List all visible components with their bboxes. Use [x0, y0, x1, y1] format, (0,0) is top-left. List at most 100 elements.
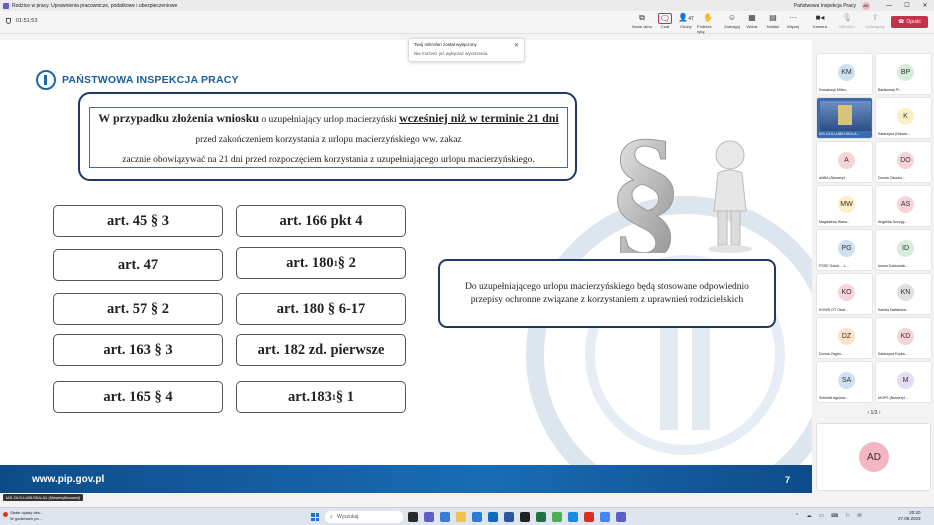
participant-avatar: KN: [897, 284, 914, 301]
participant-tile[interactable]: AS Angelika Szczyg...: [875, 185, 932, 227]
participant-avatar: PG: [838, 240, 855, 257]
participant-tile[interactable]: A aNNA (Nieweryf...: [816, 141, 873, 183]
notes-button[interactable]: ▤ Notatki: [762, 13, 784, 29]
taskbar-search[interactable]: ⌕ Wyszukaj: [325, 511, 403, 523]
participant-tile[interactable]: DZ Dorota Zagho...: [816, 317, 873, 359]
participant-name: PSSE Golub... -L...: [819, 264, 850, 268]
chat-icon: 🗨: [658, 13, 672, 24]
search-icon: ⌕: [330, 514, 333, 520]
chrome-icon[interactable]: [600, 512, 610, 522]
toast-body: Nie możesz już wyłączać wyciszenia.: [414, 51, 489, 56]
participant-tile[interactable]: BP Bartkowiaj Pi...: [875, 53, 932, 95]
app-green-icon[interactable]: [552, 512, 562, 522]
article-box: art. 165 § 4: [53, 381, 223, 413]
taskbar-clock[interactable]: 20:20 27.06.2023: [898, 510, 921, 522]
participant-name: Bartkowiaj Pi...: [878, 88, 902, 92]
word-icon[interactable]: [504, 512, 514, 522]
camera-icon: ■◂: [815, 13, 825, 22]
chat-button[interactable]: 🗨 Czat: [654, 13, 676, 29]
participant-avatar: K: [897, 108, 914, 125]
participant-tile[interactable]: PG PSSE Golub... -L...: [816, 229, 873, 271]
react-button[interactable]: ☺ Zareaguj: [721, 13, 743, 29]
minimize-icon[interactable]: —: [880, 3, 898, 9]
participant-video: [820, 101, 871, 131]
participant-tile[interactable]: ID Iwona Dobkowsk...: [875, 229, 932, 271]
windows-start-icon[interactable]: [311, 513, 319, 521]
app-icon[interactable]: [520, 512, 530, 522]
react-icon: ☺: [727, 13, 737, 22]
user-avatar[interactable]: AD: [862, 1, 870, 10]
system-tray[interactable]: ⌃ ☁ ▭ ⌨ ⚐ ✉: [795, 513, 865, 519]
participant-name: Katarzyna (Nieww...: [878, 132, 910, 136]
raise-hand-button[interactable]: ✋ Podnieś rękę: [697, 13, 719, 34]
participant-tile[interactable]: SA Schmidt Agniesz...: [816, 361, 873, 403]
shared-slide: PAŃSTWOWA INSPEKCJA PRACY W przypadku zł…: [0, 40, 812, 493]
self-view-tile[interactable]: AD: [816, 423, 931, 491]
next-page-icon[interactable]: ›: [879, 410, 881, 416]
participant-tile[interactable]: KN Kamila Nabielska...: [875, 273, 932, 315]
mic-button[interactable]: 🎙 Mikrofon: [836, 13, 858, 29]
organization-name: Państwowa Inspekcja Pracy: [793, 2, 856, 9]
toast-title: Twój mikrofon został wyłączony: [414, 42, 477, 47]
teams-meeting-window: Rodzice w pracy. Uprawnienia pracownicze…: [0, 0, 934, 525]
app-red-icon[interactable]: [584, 512, 594, 522]
teams-active-icon[interactable]: [616, 512, 626, 522]
share-button[interactable]: ⇪ Udostępnij: [864, 13, 886, 29]
article-box: art.183 1 § 1: [236, 381, 406, 413]
weather-icon: [3, 512, 8, 517]
participant-avatar: SA: [838, 372, 855, 389]
new-window-button[interactable]: ⧉ Nowe okno: [631, 13, 653, 29]
title-bar: Rodzice w pracy. Uprawnienia pracownicze…: [0, 0, 934, 11]
browser-taskbar-icon[interactable]: [440, 512, 450, 522]
notes-icon: ▤: [769, 13, 777, 22]
participant-name: Magdalena Wasa...: [819, 220, 850, 224]
teams-app-icon: [3, 2, 9, 9]
leave-button[interactable]: ☎ Opuść: [891, 16, 928, 28]
participant-tile[interactable]: DO Dorota Okoubo...: [875, 141, 932, 183]
participant-name: Katarzyna Dryka...: [878, 352, 908, 356]
toast-close-icon[interactable]: ✕: [514, 42, 519, 49]
participant-name: Dorota Zagho...: [819, 352, 844, 356]
participant-avatar: KD: [897, 328, 914, 345]
participant-tile[interactable]: KD Katarzyna Dryka...: [875, 317, 932, 359]
participant-tile-video[interactable]: IAS-OLS-LUBELSKA-A...: [816, 97, 873, 139]
presenter-label: IAS-OLS-LUBLSKA-A1 (Nieweryfikowani): [3, 494, 84, 501]
article-box: art. 180 § 6-17: [236, 293, 406, 325]
participant-avatar: KM: [838, 64, 855, 81]
close-icon[interactable]: ✕: [916, 2, 934, 9]
camera-button[interactable]: ■◂ Kamera: [809, 13, 831, 29]
participant-avatar: ID: [897, 240, 914, 257]
article-box: art. 182 zd. pierwsze: [236, 334, 406, 366]
teams-taskbar-icon[interactable]: [424, 512, 434, 522]
participant-tile[interactable]: KM Kowalczyk Milen...: [816, 53, 873, 95]
mic-icon: 🎙: [841, 13, 853, 22]
edge-icon[interactable]: [472, 512, 482, 522]
participant-pager: ‹ 1/3 ›: [814, 410, 934, 416]
prev-page-icon[interactable]: ‹: [867, 410, 869, 416]
participant-tile[interactable]: K Katarzyna (Nieww...: [875, 97, 932, 139]
task-view-icon[interactable]: [408, 512, 418, 522]
excel-icon[interactable]: [536, 512, 546, 522]
participant-name: KOWR OT Olszt...: [819, 308, 849, 312]
participant-tile[interactable]: KO KOWR OT Olszt...: [816, 273, 873, 315]
app-blue-icon[interactable]: [568, 512, 578, 522]
participant-tile[interactable]: M MOPS (Nieweryf...: [875, 361, 932, 403]
more-button[interactable]: ··· Więcej: [782, 13, 804, 29]
notice-text: W przypadku złożenia wniosku o uzupełnia…: [89, 107, 568, 168]
participant-tile[interactable]: MW Magdalena Wasa...: [816, 185, 873, 227]
participant-name: Kowalczyk Milen...: [819, 88, 849, 92]
participant-avatar: KO: [838, 284, 855, 301]
more-icon: ···: [789, 13, 797, 22]
maximize-icon[interactable]: ☐: [898, 2, 916, 9]
people-button[interactable]: 👤47 Osoby: [675, 13, 697, 29]
article-box: art. 57 § 2: [53, 293, 223, 325]
weather-widget[interactable]: Słabe opady des... W godzinach po...: [3, 510, 43, 522]
mic-muted-toast: Twój mikrofon został wyłączony Nie możes…: [408, 38, 525, 62]
file-explorer-icon[interactable]: [456, 512, 466, 522]
participant-name: IAS-OLS-LUBELSKA-A...: [819, 132, 860, 136]
outlook-icon[interactable]: [488, 512, 498, 522]
raise-hand-icon: ✋: [703, 13, 713, 22]
participant-avatar: AS: [897, 196, 914, 213]
view-button[interactable]: ▦ Widok: [741, 13, 763, 29]
participant-name: MOPS (Nieweryf...: [878, 396, 908, 400]
